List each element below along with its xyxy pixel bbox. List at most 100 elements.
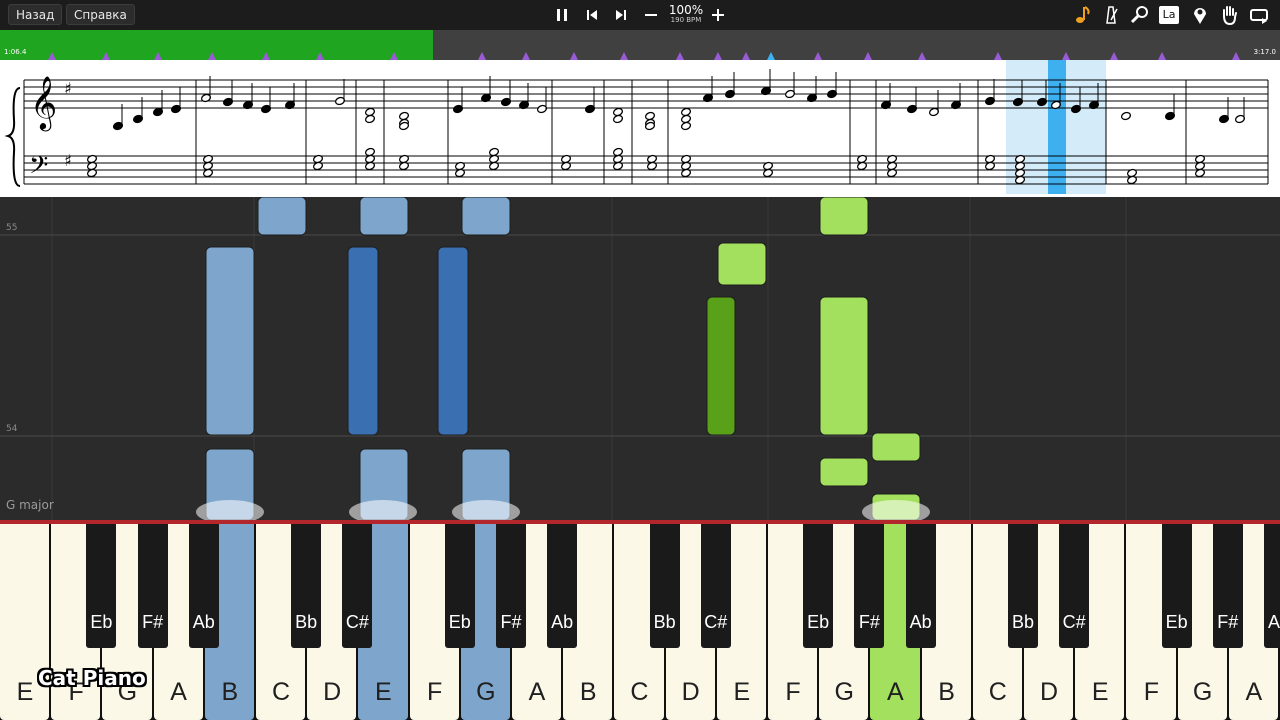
black-key[interactable]: Bb <box>649 524 680 648</box>
white-key-label: C <box>630 678 649 706</box>
timeline-marker-current <box>767 52 775 60</box>
plus-icon[interactable] <box>707 4 729 26</box>
pin-icon[interactable] <box>1189 4 1211 26</box>
falling-note <box>461 197 511 236</box>
black-key-label: F# <box>142 612 164 632</box>
note-head <box>680 121 692 131</box>
falling-note <box>347 246 379 436</box>
white-key-label: D <box>323 678 342 706</box>
white-key-label: A <box>170 678 187 706</box>
black-key-label: Eb <box>448 612 471 632</box>
note-head <box>1120 111 1132 121</box>
measure-number-bottom: 54 <box>6 424 18 434</box>
minus-icon[interactable] <box>640 4 662 26</box>
grand-staff-brace <box>4 87 21 187</box>
skip-back-icon[interactable] <box>581 4 603 26</box>
timeline-marker <box>918 52 926 60</box>
white-key-label: A <box>1245 678 1263 706</box>
timeline-marker <box>102 52 110 60</box>
timeline-marker <box>620 52 628 60</box>
white-key-label: B <box>579 678 597 706</box>
falling-notes <box>0 197 1280 520</box>
black-key-label: Eb <box>807 612 830 632</box>
white-key-label: F <box>426 678 443 706</box>
help-button[interactable]: Справка <box>66 4 135 25</box>
black-key-label: Eb <box>1165 612 1188 632</box>
language-icon[interactable]: La <box>1159 4 1181 26</box>
black-key[interactable]: Bb <box>1008 524 1038 648</box>
white-key[interactable]: E <box>0 524 50 720</box>
black-key-label: Ab <box>192 612 215 632</box>
timeline-marker <box>864 52 872 60</box>
piano-keyboard: EFGABCDEFGABCDEFGABCDEFGA Eb F# Ab Bb C# Eb F#… <box>0 520 1280 720</box>
falling-note <box>437 246 469 436</box>
piano-roll: 55 54 <box>0 197 1280 520</box>
falling-note <box>717 242 767 286</box>
hand-icon[interactable] <box>1218 4 1240 26</box>
black-key-label: C# <box>704 612 728 632</box>
total-time: 3:17.0 <box>1253 48 1276 56</box>
timeline-marker <box>814 52 822 60</box>
black-key[interactable]: F# <box>854 524 885 648</box>
key-signature-label: G major <box>6 498 54 512</box>
white-key-label: B <box>221 678 239 706</box>
black-key[interactable]: Ab <box>905 524 936 648</box>
black-key[interactable]: F# <box>496 524 526 648</box>
black-key[interactable]: Bb <box>291 524 322 648</box>
black-key[interactable]: F# <box>137 524 168 648</box>
metronome-icon[interactable] <box>1100 4 1122 26</box>
black-key[interactable]: Eb <box>1161 524 1192 648</box>
toolbar: Назад Справка 100% 190 BPM La <box>0 0 1280 30</box>
black-key-label: Ab <box>551 612 574 632</box>
skip-forward-icon[interactable] <box>610 4 632 26</box>
timeline-marker <box>742 52 750 60</box>
magnifier-icon[interactable] <box>1129 4 1151 26</box>
black-key[interactable]: Ab <box>188 524 219 648</box>
bass-clef: 𝄢 <box>29 151 48 186</box>
note-head <box>612 114 624 124</box>
timeline-marker <box>208 52 216 60</box>
timeline-marker <box>570 52 578 60</box>
black-key[interactable]: Eb <box>803 524 834 648</box>
keyboard-top-line <box>0 520 1280 524</box>
black-key-label: Bb <box>295 612 318 632</box>
timeline-marker <box>1062 52 1070 60</box>
pause-icon[interactable] <box>551 4 573 26</box>
timeline-marker <box>714 52 722 60</box>
falling-note <box>819 296 869 436</box>
elapsed-time: 1:06.4 <box>4 48 27 56</box>
timeline-marker <box>390 52 398 60</box>
black-key-label: Eb <box>90 612 113 632</box>
timeline-marker <box>154 52 162 60</box>
white-key-label: G <box>834 678 854 706</box>
black-key[interactable]: C# <box>1059 524 1090 648</box>
falling-note <box>819 457 869 487</box>
timeline-marker <box>676 52 684 60</box>
timeline-scrubber[interactable]: 1:06.4 3:17.0 <box>0 30 1280 60</box>
language-badge: La <box>1159 6 1179 24</box>
timeline-markers <box>48 52 1240 60</box>
timeline-marker <box>1232 52 1240 60</box>
score-svg: 𝄞 𝄢 ♯ ♯ <box>4 60 1269 194</box>
loop-icon[interactable] <box>1248 4 1270 26</box>
black-key[interactable]: Ab <box>1264 524 1280 648</box>
note-icon[interactable] <box>1071 4 1093 26</box>
timeline-marker <box>994 52 1002 60</box>
white-key-label: G <box>1192 678 1213 706</box>
treble-clef: 𝄞 <box>30 75 57 131</box>
black-key[interactable]: F# <box>1212 524 1243 648</box>
falling-note <box>819 197 869 236</box>
back-button[interactable]: Назад <box>8 4 63 25</box>
black-key-label: Bb <box>1011 612 1035 632</box>
black-key-label: F# <box>858 612 880 632</box>
black-key[interactable]: Eb <box>86 524 117 648</box>
timeline-marker <box>262 52 270 60</box>
black-key[interactable]: C# <box>342 524 373 648</box>
black-key[interactable]: Eb <box>444 524 475 648</box>
black-key-label: Ab <box>909 612 932 632</box>
black-key[interactable]: Ab <box>547 524 578 648</box>
timeline-marker <box>1110 52 1118 60</box>
white-key-label: A <box>528 678 546 706</box>
black-key[interactable]: C# <box>700 524 731 648</box>
zoom-value: 100% <box>668 3 704 17</box>
